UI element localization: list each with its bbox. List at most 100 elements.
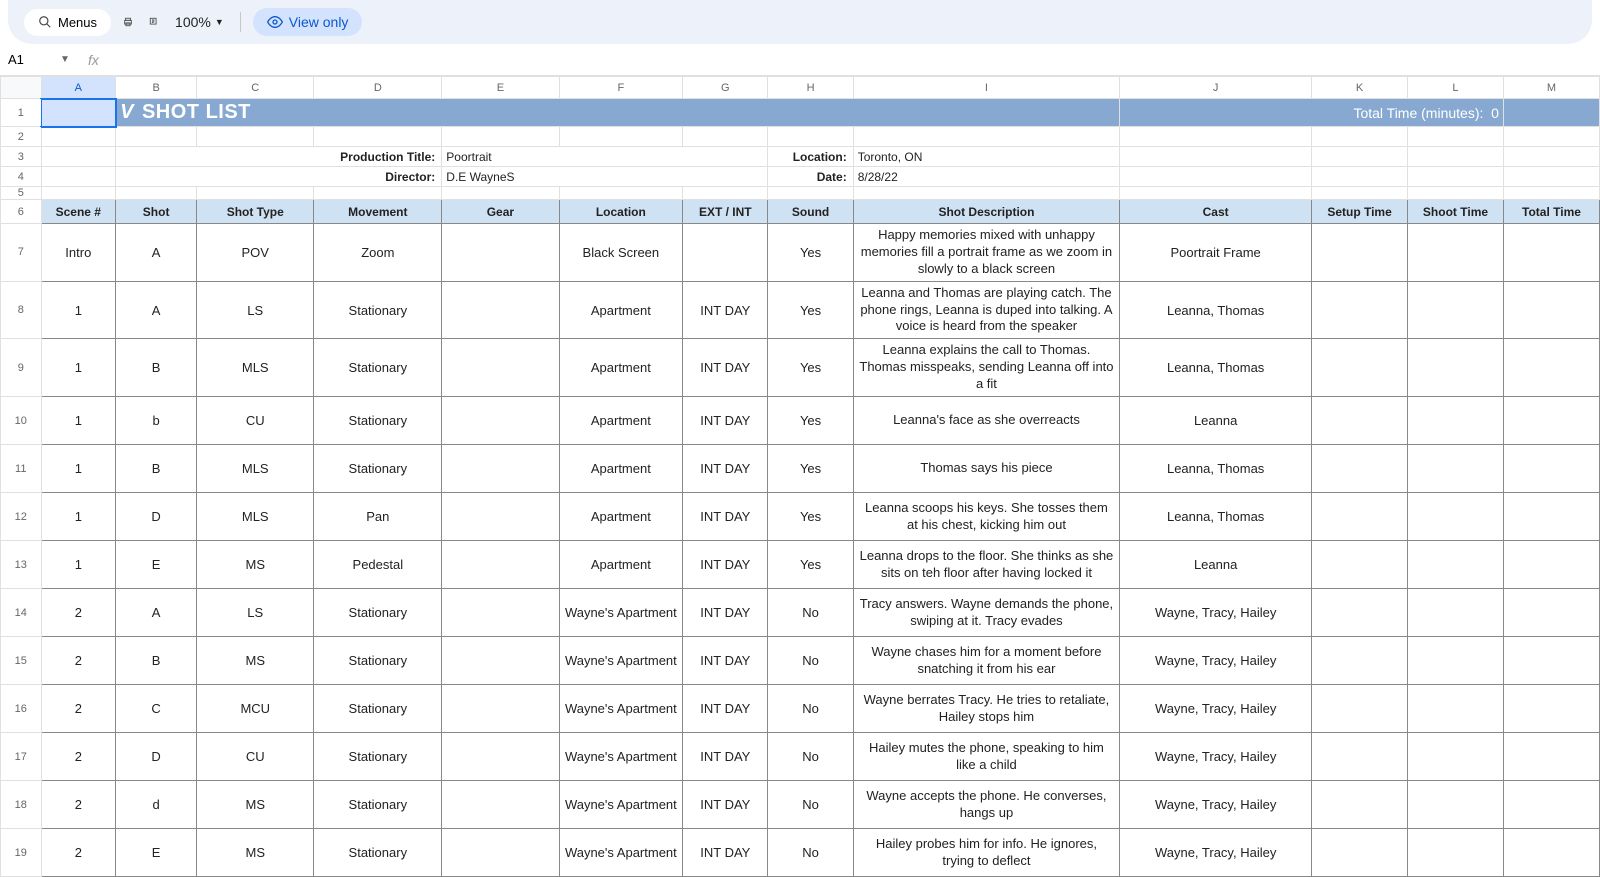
zoom-dropdown[interactable]: 100% ▼ — [171, 14, 228, 30]
cell-A11[interactable]: 1 — [41, 445, 116, 493]
cell-E19[interactable] — [442, 829, 559, 877]
cell-B8[interactable]: A — [116, 281, 197, 339]
cell-K15[interactable] — [1312, 637, 1408, 685]
cell-J7[interactable]: Poortrait Frame — [1120, 224, 1312, 282]
cell-M13[interactable] — [1503, 541, 1599, 589]
header-M[interactable]: Total Time — [1503, 200, 1599, 224]
cell-M12[interactable] — [1503, 493, 1599, 541]
col-header-J[interactable]: J — [1120, 77, 1312, 99]
cell-D7[interactable]: Zoom — [314, 224, 442, 282]
col-header-G[interactable]: G — [683, 77, 768, 99]
cell-E9[interactable] — [442, 339, 559, 397]
cell-G9[interactable]: INT DAY — [683, 339, 768, 397]
cell-A12[interactable]: 1 — [41, 493, 116, 541]
cell-J10[interactable]: Leanna — [1120, 397, 1312, 445]
cell-I15[interactable]: Wayne chases him for a moment before sna… — [853, 637, 1120, 685]
cell-B2[interactable] — [116, 127, 197, 147]
cell-D14[interactable]: Stationary — [314, 589, 442, 637]
cell-A18[interactable]: 2 — [41, 781, 116, 829]
header-F[interactable]: Location — [559, 200, 683, 224]
cell-A8[interactable]: 1 — [41, 281, 116, 339]
header-D[interactable]: Movement — [314, 200, 442, 224]
cell-C11[interactable]: MLS — [197, 445, 314, 493]
cell-L13[interactable] — [1408, 541, 1504, 589]
cell-L5[interactable] — [1408, 187, 1504, 200]
cell-D19[interactable]: Stationary — [314, 829, 442, 877]
cell-K18[interactable] — [1312, 781, 1408, 829]
cell-E18[interactable] — [442, 781, 559, 829]
cell-L16[interactable] — [1408, 685, 1504, 733]
cell-M8[interactable] — [1503, 281, 1599, 339]
cell-G7[interactable] — [683, 224, 768, 282]
director-value[interactable]: D.E WayneS — [442, 167, 768, 187]
cell-K17[interactable] — [1312, 733, 1408, 781]
cell-F5[interactable] — [559, 187, 683, 200]
cell-C7[interactable]: POV — [197, 224, 314, 282]
row-header-2[interactable]: 2 — [1, 127, 42, 147]
cell-A5[interactable] — [41, 187, 116, 200]
cell-M9[interactable] — [1503, 339, 1599, 397]
cell-C19[interactable]: MS — [197, 829, 314, 877]
cell-L17[interactable] — [1408, 733, 1504, 781]
cell-A4[interactable] — [41, 167, 116, 187]
cell-C12[interactable]: MLS — [197, 493, 314, 541]
cell-M7[interactable] — [1503, 224, 1599, 282]
cell-M5[interactable] — [1503, 187, 1599, 200]
cell-I8[interactable]: Leanna and Thomas are playing catch. The… — [853, 281, 1120, 339]
cell-M11[interactable] — [1503, 445, 1599, 493]
spreadsheet-grid[interactable]: A B C D E F G H I J K L M 1VSHOT LISTTot… — [0, 76, 1600, 877]
cell-G11[interactable]: INT DAY — [683, 445, 768, 493]
cell-C2[interactable] — [197, 127, 314, 147]
row-header-7[interactable]: 7 — [1, 224, 42, 282]
cell-A9[interactable]: 1 — [41, 339, 116, 397]
production-label[interactable]: Production Title: — [116, 147, 442, 167]
cell-C14[interactable]: LS — [197, 589, 314, 637]
cell-A7[interactable]: Intro — [41, 224, 116, 282]
cell-F11[interactable]: Apartment — [559, 445, 683, 493]
row-header-14[interactable]: 14 — [1, 589, 42, 637]
cell-K10[interactable] — [1312, 397, 1408, 445]
cell-G15[interactable]: INT DAY — [683, 637, 768, 685]
cell-G19[interactable]: INT DAY — [683, 829, 768, 877]
row-header-12[interactable]: 12 — [1, 493, 42, 541]
col-header-F[interactable]: F — [559, 77, 683, 99]
cell-C15[interactable]: MS — [197, 637, 314, 685]
cell-I5[interactable] — [853, 187, 1120, 200]
cell-H16[interactable]: No — [768, 685, 853, 733]
header-J[interactable]: Cast — [1120, 200, 1312, 224]
cell-G8[interactable]: INT DAY — [683, 281, 768, 339]
cell-I13[interactable]: Leanna drops to the floor. She thinks as… — [853, 541, 1120, 589]
cell-E15[interactable] — [442, 637, 559, 685]
cell-L12[interactable] — [1408, 493, 1504, 541]
print-icon[interactable] — [119, 13, 137, 31]
cell-F9[interactable]: Apartment — [559, 339, 683, 397]
cell-H15[interactable]: No — [768, 637, 853, 685]
cell-B10[interactable]: b — [116, 397, 197, 445]
cell-B13[interactable]: E — [116, 541, 197, 589]
row-header-13[interactable]: 13 — [1, 541, 42, 589]
cell-K7[interactable] — [1312, 224, 1408, 282]
cell-D11[interactable]: Stationary — [314, 445, 442, 493]
cell-I10[interactable]: Leanna's face as she overreacts — [853, 397, 1120, 445]
cell-F12[interactable]: Apartment — [559, 493, 683, 541]
row-header-10[interactable]: 10 — [1, 397, 42, 445]
cell-J11[interactable]: Leanna, Thomas — [1120, 445, 1312, 493]
cell-G13[interactable]: INT DAY — [683, 541, 768, 589]
cell-K3[interactable] — [1312, 147, 1408, 167]
cell-D13[interactable]: Pedestal — [314, 541, 442, 589]
cell-F14[interactable]: Wayne's Apartment — [559, 589, 683, 637]
cell-F17[interactable]: Wayne's Apartment — [559, 733, 683, 781]
cell-I9[interactable]: Leanna explains the call to Thomas. Thom… — [853, 339, 1120, 397]
cell-A14[interactable]: 2 — [41, 589, 116, 637]
cell-B19[interactable]: E — [116, 829, 197, 877]
cell-J8[interactable]: Leanna, Thomas — [1120, 281, 1312, 339]
cell-C17[interactable]: CU — [197, 733, 314, 781]
cell-C10[interactable]: CU — [197, 397, 314, 445]
header-L[interactable]: Shoot Time — [1408, 200, 1504, 224]
cell-E12[interactable] — [442, 493, 559, 541]
select-all-corner[interactable] — [1, 77, 42, 99]
cell-M19[interactable] — [1503, 829, 1599, 877]
cell-B12[interactable]: D — [116, 493, 197, 541]
cell-M1[interactable] — [1503, 99, 1599, 127]
cell-J5[interactable] — [1120, 187, 1312, 200]
